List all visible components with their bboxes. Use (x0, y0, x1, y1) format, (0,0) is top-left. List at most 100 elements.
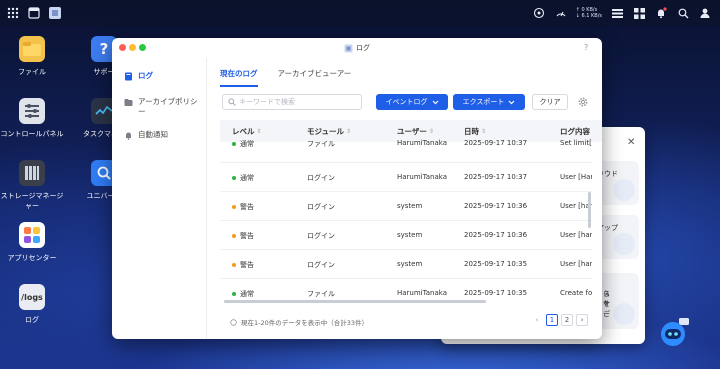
desktop-icon-control-panel[interactable]: コントロールパネル (0, 98, 69, 139)
table-row[interactable]: 警告 ログイン system 2025-09-17 10:35 User [ha… (220, 250, 592, 279)
desktop-icon-label: アプリセンター (7, 254, 57, 262)
search-icon[interactable] (676, 6, 690, 20)
content-cell: User [har (560, 231, 592, 239)
sidebar-item-label: アーカイブポリシー (138, 97, 198, 116)
tab-archive-viewer[interactable]: アーカイブビューアー (278, 68, 352, 87)
pagination: ‹ 1 2 › (531, 314, 588, 326)
storage-manager-icon (19, 160, 45, 186)
datetime-cell: 2025-09-17 10:37 (464, 173, 528, 181)
prev-page-button[interactable]: ‹ (531, 314, 543, 326)
next-page-button[interactable]: › (576, 314, 588, 326)
assistant-robot-icon[interactable] (657, 316, 691, 350)
datetime-cell: 2025-09-17 10:37 (464, 139, 528, 147)
desktop-icon-app-center[interactable]: アプリセンター (0, 222, 69, 263)
window-titlebar[interactable]: ログ ? (112, 38, 602, 58)
desktop-icon-label: ファイル (18, 68, 46, 76)
status-dot (232, 234, 236, 238)
window-icon[interactable] (27, 6, 41, 20)
network-speed-readout: ↑ 0 KB/s ↓ 6.1 KB/s (576, 7, 602, 19)
datetime-cell: 2025-09-17 10:35 (464, 289, 528, 297)
content-cell: Set limit[ (560, 139, 592, 147)
event-log-dropdown-button[interactable]: イベントログ (376, 94, 448, 110)
desktop-icon-log[interactable]: /logs ログ (0, 284, 69, 325)
export-label: エクスポート (462, 98, 505, 106)
tab-current-log[interactable]: 現在のログ (220, 68, 258, 87)
status-dot (232, 176, 236, 180)
chevron-down-icon (508, 100, 515, 104)
control-panel-icon (19, 98, 45, 124)
user-cell: system (397, 202, 423, 210)
status-dot (232, 205, 236, 209)
log-icon-badge: /logs (21, 292, 43, 302)
grid-icon[interactable] (632, 6, 646, 20)
module-cell: ログイン (307, 232, 335, 240)
event-log-label: イベントログ (385, 98, 428, 106)
export-dropdown-button[interactable]: エクスポート (453, 94, 525, 110)
notification-bell-icon[interactable] (654, 6, 668, 20)
help-button[interactable]: ? (584, 43, 588, 52)
search-input[interactable] (239, 98, 349, 106)
log-app-icon (344, 44, 353, 52)
close-icon[interactable]: ✕ (627, 137, 635, 148)
desktop-icon-storage-manager[interactable]: ストレージマネージ ャー (0, 160, 69, 211)
module-cell: ファイル (307, 290, 335, 298)
user-icon[interactable] (698, 6, 712, 20)
level-cell: 通常 (232, 289, 254, 299)
sidebar-item-archive-policy[interactable]: アーカイブポリシー (124, 97, 198, 117)
apps-grid-icon[interactable] (6, 6, 20, 20)
window-maximize-button[interactable] (139, 44, 146, 51)
sidebar-item-auto-notification[interactable]: 自動通知 (124, 130, 168, 140)
desktop-icon-files[interactable]: ファイル (0, 36, 69, 77)
page-button[interactable]: 2 (561, 314, 573, 326)
user-cell: HarumiTanaka (397, 139, 447, 147)
page-button[interactable]: 1 (546, 314, 558, 326)
sidebar: ログ アーカイブポリシー 自動通知 (112, 58, 207, 339)
archive-folder-icon (124, 99, 133, 106)
clear-button[interactable]: クリア (532, 94, 568, 110)
record-summary: 現在1-20件のデータを表示中（合計33件） (241, 319, 369, 327)
sidebar-item-log[interactable]: ログ (124, 71, 153, 81)
user-cell: system (397, 260, 423, 268)
user-cell: system (397, 231, 423, 239)
datetime-cell: 2025-09-17 10:36 (464, 202, 528, 210)
log-window: ログ ? ログ アーカイブポリシー 自動通知 現在のログ アーカイブビューアー (112, 38, 602, 339)
user-cell: HarumiTanaka (397, 289, 447, 297)
cloud-sync-icon[interactable] (532, 6, 546, 20)
folder-icon (19, 36, 45, 62)
running-app-log-icon[interactable] (48, 6, 62, 20)
module-cell: ファイル (307, 140, 335, 148)
network-speed-icon[interactable] (554, 6, 568, 20)
desktop-icon-label: ログ (25, 316, 39, 324)
table-row[interactable]: 通常 ファイル HarumiTanaka 2025-09-17 10:37 Se… (220, 134, 592, 163)
bell-icon (126, 132, 131, 140)
table-row[interactable]: 警告 ログイン system 2025-09-17 10:36 User [ha… (220, 221, 592, 250)
level-cell: 通常 (232, 173, 254, 183)
search-box[interactable] (222, 94, 362, 110)
table-row[interactable]: 通常 ファイル HarumiTanaka 2025-09-17 10:35 Cr… (220, 279, 592, 302)
module-cell: ログイン (307, 174, 335, 182)
list-icon[interactable] (610, 6, 624, 20)
gear-icon[interactable] (577, 96, 589, 108)
content-cell: User [Har (560, 173, 592, 181)
content-cell: Create fo (560, 289, 592, 297)
net-down: ↓ 6.1 KB/s (575, 13, 602, 19)
taskbar: ↑ 0 KB/s ↓ 6.1 KB/s (0, 0, 720, 26)
table-row[interactable]: 通常 ログイン HarumiTanaka 2025-09-17 10:37 Us… (220, 163, 592, 192)
level-cell: 警告 (232, 260, 254, 270)
horizontal-scrollbar[interactable] (224, 300, 486, 303)
window-close-button[interactable] (119, 44, 126, 51)
window-minimize-button[interactable] (129, 44, 136, 51)
vertical-scrollbar[interactable] (588, 192, 591, 228)
table-row[interactable]: 警告 ログイン system 2025-09-17 10:36 User [ha… (220, 192, 592, 221)
datetime-cell: 2025-09-17 10:36 (464, 231, 528, 239)
sidebar-item-label: ログ (138, 71, 153, 80)
log-book-icon (125, 72, 132, 81)
content-cell: User [har (560, 260, 592, 268)
module-cell: ログイン (307, 203, 335, 211)
desktop-icon-label: ストレージマネージ ャー (0, 192, 64, 210)
table-footer: 現在1-20件のデータを表示中（合計33件） (230, 317, 368, 327)
status-dot (232, 142, 236, 146)
log-table-body: 通常 ファイル HarumiTanaka 2025-09-17 10:37 Se… (220, 134, 592, 302)
sidebar-item-label: 自動通知 (138, 130, 168, 139)
log-icon: /logs (19, 284, 45, 310)
